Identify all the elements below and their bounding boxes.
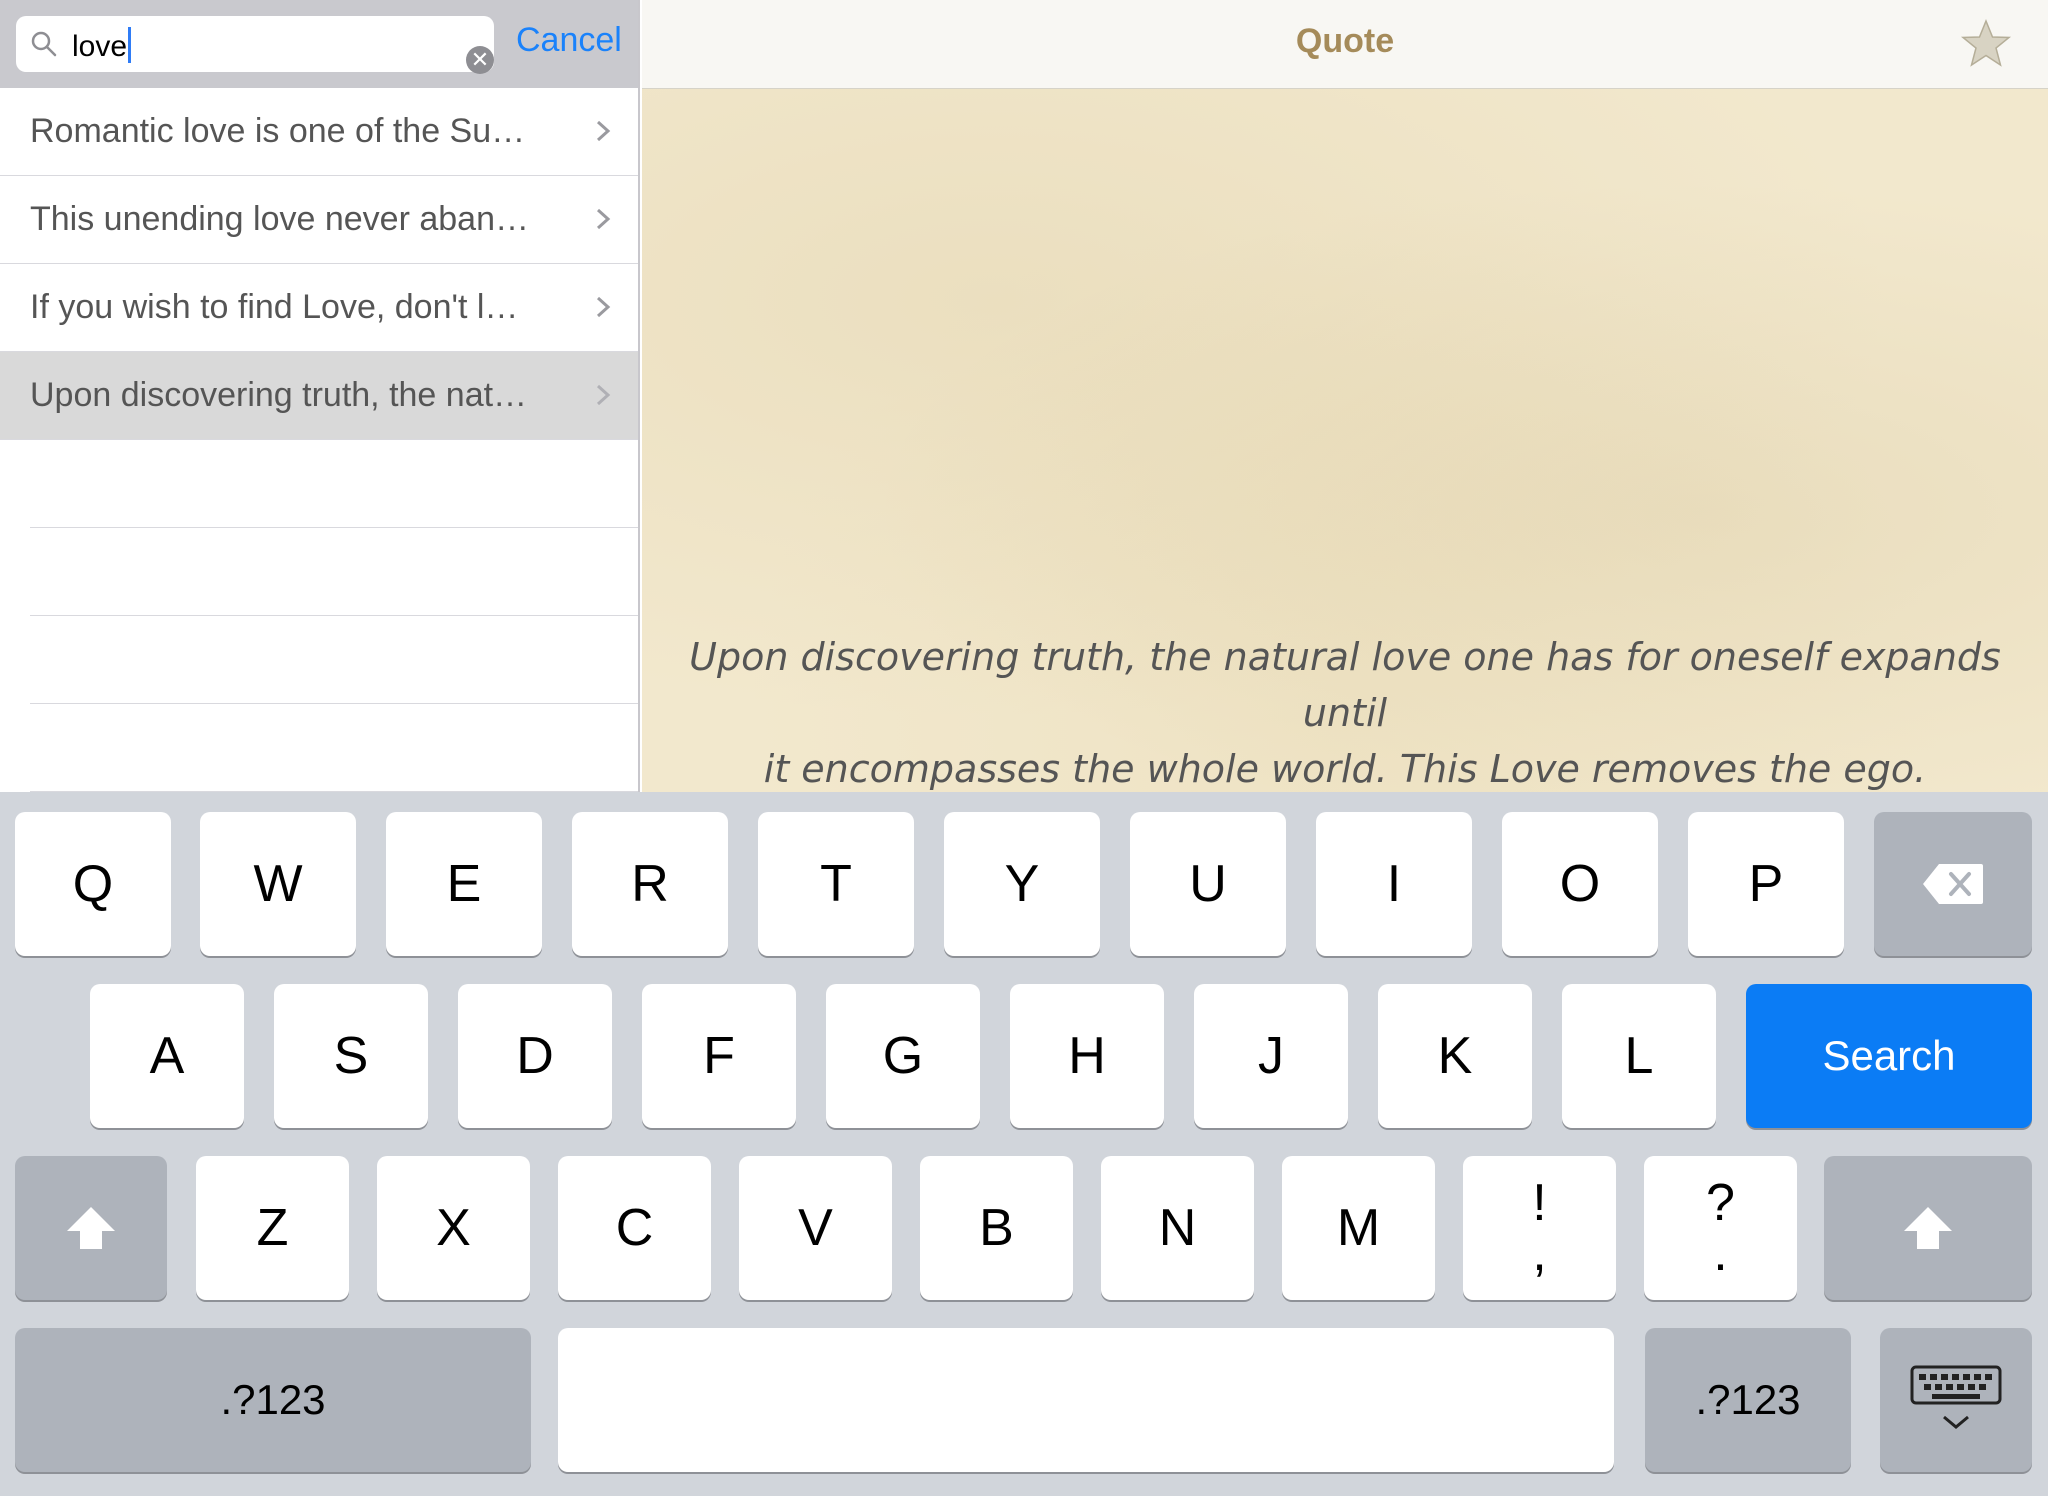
quote-line-1: Upon discovering truth, the natural love… [689,635,2001,735]
list-item[interactable]: Romantic love is one of the Su… [0,88,638,176]
numbers-key-right[interactable]: .?123 [1645,1328,1851,1472]
search-bar: love ✕ Cancel [0,0,638,88]
results-list: Romantic love is one of the Su… This une… [0,88,638,792]
chevron-right-icon [596,384,611,406]
key-j[interactable]: J [1194,984,1348,1128]
key-g[interactable]: G [826,984,980,1128]
shift-icon [67,1207,115,1249]
list-item-selected[interactable]: Upon discovering truth, the nat… [0,352,638,440]
star-icon[interactable] [1960,18,2012,70]
quote-background: Upon discovering truth, the natural love… [642,89,2048,792]
list-item-label: Upon discovering truth, the nat… [30,376,528,414]
quote-text: Upon discovering truth, the natural love… [662,629,2028,797]
shift-key-left[interactable] [15,1156,167,1300]
empty-row [30,616,638,704]
search-key[interactable]: Search [1746,984,2032,1128]
key-z[interactable]: Z [196,1156,349,1300]
key-o[interactable]: O [1502,812,1658,956]
key-p[interactable]: P [1688,812,1844,956]
chevron-right-icon [596,120,611,142]
search-icon [31,31,57,57]
key-u[interactable]: U [1130,812,1286,956]
list-item[interactable]: This unending love never aban… [0,176,638,264]
key-d[interactable]: D [458,984,612,1128]
key-w[interactable]: W [200,812,356,956]
key-top-char: ? [1706,1174,1735,1232]
key-t[interactable]: T [758,812,914,956]
key-n[interactable]: N [1101,1156,1254,1300]
list-item-label: If you wish to find Love, don't l… [30,288,519,326]
list-item-label: This unending love never aban… [30,200,529,238]
space-bar[interactable] [558,1328,1614,1472]
key-top-char: ! [1532,1174,1547,1232]
key-h[interactable]: H [1010,984,1164,1128]
dismiss-keyboard-key[interactable] [1880,1328,2032,1472]
backspace-key[interactable] [1874,812,2032,956]
empty-row [30,704,638,792]
key-s[interactable]: S [274,984,428,1128]
search-input[interactable]: love ✕ [16,16,494,74]
shift-key-right[interactable] [1824,1156,2032,1300]
master-panel: love ✕ Cancel Romantic love is one of th… [0,0,640,792]
search-query-text: love [72,27,132,64]
key-i[interactable]: I [1316,812,1472,956]
cancel-button[interactable]: Cancel [516,18,622,62]
detail-panel: Quote Upon discovering truth, the natura… [642,0,2048,792]
key-y[interactable]: Y [944,812,1100,956]
key-bottom-char: . [1713,1224,1728,1282]
key-v[interactable]: V [739,1156,892,1300]
clear-text-icon[interactable]: ✕ [466,46,494,74]
key-question-period[interactable]: ? . [1644,1156,1797,1300]
list-item-label: Romantic love is one of the Su… [30,112,526,150]
numbers-key-left[interactable]: .?123 [15,1328,531,1472]
shift-icon [1904,1207,1952,1249]
key-f[interactable]: F [642,984,796,1128]
key-c[interactable]: C [558,1156,711,1300]
backspace-icon [1923,864,1983,904]
key-b[interactable]: B [920,1156,1073,1300]
key-q[interactable]: Q [15,812,171,956]
empty-row [30,528,638,616]
quote-line-2: it encompasses the whole world. This Lov… [763,747,1927,791]
key-e[interactable]: E [386,812,542,956]
chevron-right-icon [596,296,611,318]
list-item[interactable]: If you wish to find Love, don't l… [0,264,638,352]
keyboard-dismiss-icon [1910,1365,2002,1429]
key-k[interactable]: K [1378,984,1532,1128]
key-m[interactable]: M [1282,1156,1435,1300]
key-r[interactable]: R [572,812,728,956]
navigation-bar: Quote [642,0,2048,89]
key-l[interactable]: L [1562,984,1716,1128]
text-caret [128,27,132,63]
key-a[interactable]: A [90,984,244,1128]
onscreen-keyboard: Q W E R T Y U I O P A S D F G H J K L Se… [0,792,2048,1496]
chevron-right-icon [596,208,611,230]
key-x[interactable]: X [377,1156,530,1300]
key-exclamation-comma[interactable]: ! , [1463,1156,1616,1300]
key-bottom-char: , [1532,1224,1547,1282]
empty-row [30,440,638,528]
page-title: Quote [1295,22,1395,60]
